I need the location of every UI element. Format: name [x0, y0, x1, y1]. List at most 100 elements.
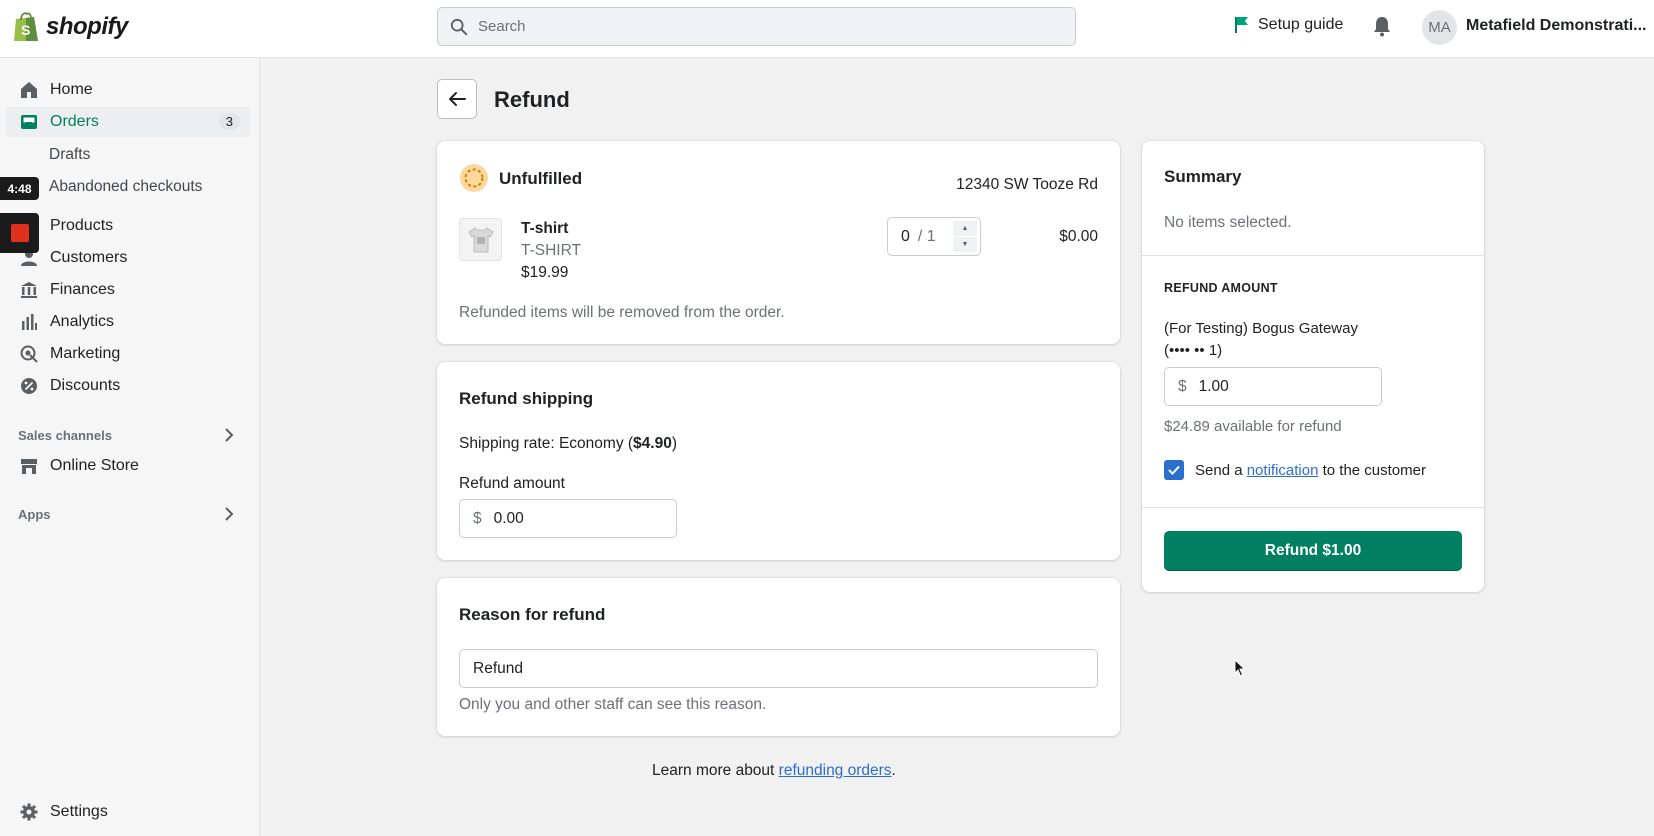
sidebar-item-label: Home — [50, 81, 93, 98]
summary-no-items: No items selected. — [1164, 214, 1292, 231]
checkmark-icon — [1168, 465, 1180, 475]
refund-amount-input[interactable]: $ 1.00 — [1164, 367, 1382, 406]
refund-button[interactable]: Refund $1.00 — [1164, 531, 1462, 571]
recording-timer: 4:48 — [0, 177, 39, 200]
svg-text:S: S — [21, 22, 30, 38]
store-icon — [20, 457, 38, 475]
sidebar-item-label: Settings — [50, 803, 108, 820]
search-placeholder: Search — [478, 18, 526, 35]
notify-customer-checkbox[interactable] — [1164, 460, 1184, 480]
stop-recording-button[interactable] — [0, 213, 39, 253]
shipping-rate-prefix: Shipping rate: Economy ( — [459, 435, 634, 452]
unfulfilled-status-icon — [460, 164, 488, 192]
shipping-refund-amount-label: Refund amount — [459, 475, 565, 492]
sidebar-item-abandoned-checkouts[interactable]: Abandoned checkouts — [49, 178, 202, 196]
apps-heading: Apps — [18, 507, 51, 522]
shopify-bag-icon: S — [14, 12, 38, 41]
learn-more-suffix: . — [891, 762, 896, 779]
orders-icon — [20, 113, 38, 131]
notify-customer-label: Send a notification to the customer — [1195, 462, 1426, 479]
product-name[interactable]: T-shirt — [521, 220, 568, 238]
currency-symbol: $ — [473, 509, 482, 527]
back-button[interactable] — [437, 79, 477, 119]
shipping-refund-amount-value: 0.00 — [493, 509, 524, 527]
shipping-refund-amount-input[interactable]: $ 0.00 — [459, 499, 677, 538]
notify-suffix: to the customer — [1318, 462, 1426, 479]
sidebar-item-discounts[interactable]: Discounts — [6, 371, 250, 401]
sidebar-item-home[interactable]: Home — [6, 75, 250, 105]
reason-help-text: Only you and other staff can see this re… — [459, 696, 767, 713]
quantity-stepper[interactable]: 0 / 1 ▲ ▼ — [887, 217, 981, 256]
notification-link[interactable]: notification — [1247, 462, 1319, 479]
product-thumbnail[interactable] — [459, 218, 502, 261]
gateway-card: (•••• •• 1) — [1164, 342, 1223, 359]
avatar[interactable]: MA — [1422, 10, 1457, 45]
decrement-icon[interactable]: ▼ — [953, 237, 977, 252]
chevron-right-icon[interactable] — [224, 427, 234, 443]
sidebar-item-customers[interactable]: Customers — [6, 243, 250, 273]
summary-card: Summary No items selected. REFUND AMOUNT… — [1142, 141, 1484, 592]
shipping-rate: Shipping rate: Economy ($4.90) — [459, 435, 677, 453]
sidebar-item-label: Orders — [50, 113, 99, 130]
sidebar-item-label: Discounts — [50, 377, 121, 394]
notifications-bell-icon[interactable] — [1372, 15, 1392, 41]
unfulfilled-title: Unfulfilled — [499, 169, 583, 188]
sidebar-item-label: Marketing — [50, 345, 121, 362]
flag-icon — [1235, 17, 1248, 33]
search-input[interactable]: Search — [437, 7, 1076, 46]
line-total: $0.00 — [1059, 228, 1098, 245]
setup-guide-label: Setup guide — [1258, 16, 1344, 33]
sidebar-item-label: Analytics — [50, 313, 115, 330]
search-icon — [450, 18, 468, 35]
top-bar: S shopify Search Setup guide MA Metafiel… — [0, 0, 1654, 58]
sidebar-item-drafts[interactable]: Drafts — [49, 146, 90, 164]
sidebar-item-finances[interactable]: Finances — [6, 275, 250, 305]
sidebar: Home Orders 3 Drafts Abandoned checkouts… — [0, 58, 260, 836]
sidebar-item-label: Finances — [50, 281, 115, 298]
increment-icon[interactable]: ▲ — [953, 221, 977, 236]
sidebar-item-settings[interactable]: Settings — [6, 797, 250, 827]
sidebar-item-analytics[interactable]: Analytics — [6, 307, 250, 337]
orders-count-badge: 3 — [218, 113, 240, 130]
learn-more-prefix: Learn more about — [652, 762, 779, 779]
setup-guide-button[interactable]: Setup guide — [1234, 16, 1343, 34]
unfulfilled-card: Unfulfilled 12340 SW Tooze Rd T-shirt T-… — [437, 141, 1120, 344]
store-name[interactable]: Metafield Demonstrati... — [1466, 17, 1648, 35]
product-price: $19.99 — [521, 264, 569, 281]
sidebar-item-label: Online Store — [50, 457, 139, 474]
sidebar-item-products[interactable]: Products — [6, 211, 250, 241]
sidebar-item-label: Products — [50, 217, 114, 234]
shopify-logo[interactable]: S shopify — [12, 11, 128, 43]
sidebar-item-marketing[interactable]: Marketing — [6, 339, 250, 369]
logo-text: shopify — [46, 13, 128, 40]
marketing-icon — [20, 345, 38, 363]
home-icon — [20, 81, 38, 99]
finances-icon — [20, 281, 38, 299]
shipping-rate-amount: $4.90 — [633, 435, 672, 452]
page-title: Refund — [494, 87, 570, 112]
sidebar-item-orders[interactable]: Orders 3 — [6, 107, 250, 137]
refunding-orders-link[interactable]: refunding orders — [779, 762, 892, 779]
refund-shipping-card: Refund shipping Shipping rate: Economy (… — [437, 362, 1120, 560]
shipping-rate-suffix: ) — [671, 435, 678, 452]
sidebar-item-online-store[interactable]: Online Store — [6, 451, 250, 481]
analytics-icon — [20, 313, 38, 331]
stop-icon — [10, 224, 29, 242]
divider — [1142, 507, 1484, 508]
refund-note: Refunded items will be removed from the … — [459, 304, 785, 321]
reason-input[interactable]: Refund — [459, 649, 1098, 688]
tshirt-icon — [467, 226, 494, 252]
refund-shipping-title: Refund shipping — [459, 389, 594, 408]
reason-title: Reason for refund — [459, 605, 606, 624]
product-sku: T-SHIRT — [521, 242, 581, 259]
discounts-icon — [20, 377, 38, 395]
currency-symbol: $ — [1178, 377, 1187, 395]
chevron-right-icon[interactable] — [224, 506, 234, 522]
notify-prefix: Send a — [1195, 462, 1247, 479]
reason-value: Refund — [473, 659, 523, 677]
refund-amount-heading: REFUND AMOUNT — [1164, 281, 1278, 295]
mouse-cursor-icon — [1234, 659, 1246, 677]
learn-more: Learn more about refunding orders. — [652, 762, 896, 780]
divider — [1142, 255, 1484, 256]
quantity-value: 0 — [901, 227, 910, 245]
